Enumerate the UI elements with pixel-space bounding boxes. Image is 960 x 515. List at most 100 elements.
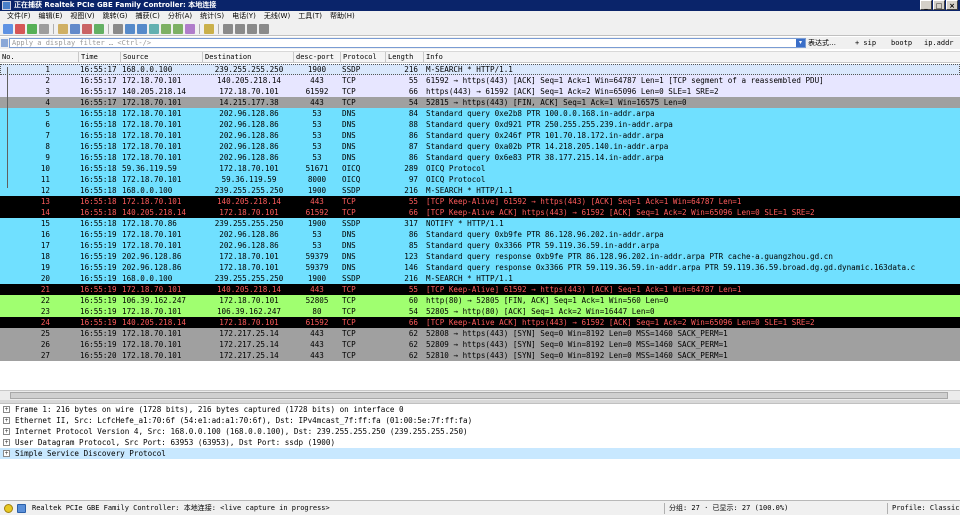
packet-row[interactable]: 19 16:55:19 202.96.128.86 172.18.70.101 5937… (0, 262, 960, 273)
packet-row[interactable]: 4 16:55:17 172.18.70.101 14.215.177.38 443 TC… (0, 97, 960, 108)
menu-item-1[interactable]: 编辑(E) (35, 11, 67, 22)
options-icon[interactable] (39, 23, 49, 34)
packet-list[interactable]: 1 16:55:17 168.0.0.100 239.255.255.250 1900 S… (0, 64, 960, 390)
packet-cell-time: 16:55:17 (80, 65, 117, 74)
packet-list-horizontal-scrollbar[interactable] (0, 390, 960, 400)
reload-icon[interactable] (94, 23, 104, 34)
colorize-icon[interactable] (204, 23, 214, 34)
packet-row[interactable]: 12 16:55:18 168.0.0.100 239.255.255.250 1900… (0, 185, 960, 196)
packet-row[interactable]: 24 16:55:19 140.205.218.14 172.18.70.101 615… (0, 317, 960, 328)
shark-fin-start-icon[interactable] (3, 23, 13, 34)
packet-row[interactable]: 21 16:55:19 172.18.70.101 140.205.218.14 443… (0, 284, 960, 295)
restart-icon[interactable] (27, 23, 37, 34)
menu-item-4[interactable]: 捕获(C) (132, 11, 164, 22)
close-file-icon[interactable] (82, 23, 92, 34)
status-profile[interactable]: Profile: Classic (892, 501, 959, 515)
detail-tree-item[interactable]: + Frame 1: 216 bytes on wire (1728 bits),… (0, 404, 960, 415)
packet-row[interactable]: 3 16:55:17 140.205.218.14 172.18.70.101 6159… (0, 86, 960, 97)
save-file-icon[interactable] (70, 23, 80, 34)
stop-icon[interactable] (15, 23, 25, 34)
expand-toggle-icon[interactable]: + (3, 450, 10, 457)
menu-item-8[interactable]: 无线(W) (260, 11, 294, 22)
quick-filter-bootp[interactable]: bootp (891, 38, 912, 48)
packet-row[interactable]: 20 16:55:19 168.0.0.100 239.255.255.250 1900… (0, 273, 960, 284)
autoscroll-icon[interactable] (185, 23, 195, 34)
column-header-source[interactable]: Source (121, 52, 203, 63)
scrollbar-thumb[interactable] (10, 392, 948, 399)
filter-bookmark-icon[interactable] (1, 39, 8, 47)
maximize-button[interactable]: □ (933, 0, 945, 10)
expand-toggle-icon[interactable]: + (3, 406, 10, 413)
packet-row[interactable]: 13 16:55:18 172.18.70.101 140.205.218.14 443… (0, 196, 960, 207)
forward-icon[interactable] (137, 23, 147, 34)
packet-row[interactable]: 16 16:55:19 172.18.70.101 202.96.128.86 53 DN… (0, 229, 960, 240)
zoom-out-icon[interactable] (235, 23, 245, 34)
packet-row[interactable]: 5 16:55:18 172.18.70.101 202.96.128.86 53 DNS… (0, 108, 960, 119)
packet-row[interactable]: 7 16:55:18 172.18.70.101 202.96.128.86 53 DNS… (0, 130, 960, 141)
detail-tree-item[interactable]: + Internet Protocol Version 4, Src: 168.0… (0, 426, 960, 437)
capture-comment-icon[interactable] (17, 504, 26, 513)
menu-item-6[interactable]: 统计(S) (196, 11, 228, 22)
menu-item-5[interactable]: 分析(A) (164, 11, 196, 22)
packet-row[interactable]: 9 16:55:18 172.18.70.101 202.96.128.86 53 DNS… (0, 152, 960, 163)
zoom-reset-icon[interactable] (247, 23, 257, 34)
packet-cell-time: 16:55:19 (80, 340, 117, 349)
packet-row[interactable]: 27 16:55:20 172.18.70.101 172.217.25.14 443 T… (0, 350, 960, 361)
apply-filter-arrow-icon[interactable]: ▾ (796, 39, 805, 47)
resize-columns-icon[interactable] (259, 23, 269, 34)
packet-row[interactable]: 25 16:55:19 172.18.70.101 172.217.25.14 443 T… (0, 328, 960, 339)
packet-row[interactable]: 11 16:55:18 172.18.70.101 59.36.119.59 8000 O… (0, 174, 960, 185)
display-filter-input[interactable]: Apply a display filter … <Ctrl-/> (9, 38, 806, 48)
window-titlebar[interactable]: 正在捕获 Realtek PCIe GBE Family Controller:… (0, 0, 960, 11)
packet-row[interactable]: 6 16:55:18 172.18.70.101 202.96.128.86 53 DNS… (0, 119, 960, 130)
packet-row[interactable]: 22 16:55:19 106.39.162.247 172.18.70.101 528… (0, 295, 960, 306)
back-icon[interactable] (125, 23, 135, 34)
packet-cell-info: Standard query 0xe2b8 PTR 100.0.0.168.in… (426, 109, 655, 118)
last-icon[interactable] (173, 23, 183, 34)
goto-icon[interactable] (149, 23, 159, 34)
column-header-length[interactable]: Length (386, 52, 424, 63)
packet-row[interactable]: 17 16:55:19 172.18.70.101 202.96.128.86 53 DN… (0, 240, 960, 251)
column-header-desc-port[interactable]: desc-port (294, 52, 341, 63)
packet-row[interactable]: 15 16:55:18 172.18.70.86 239.255.255.250 190… (0, 218, 960, 229)
packet-cell-time: 16:55:18 (80, 208, 117, 217)
first-icon[interactable] (161, 23, 171, 34)
packet-row[interactable]: 23 16:55:19 172.18.70.101 106.39.162.247 80 T… (0, 306, 960, 317)
quick-filter-ip-addr[interactable]: ip.addr (924, 38, 954, 48)
detail-tree-item[interactable]: + Simple Service Discovery Protocol (0, 448, 960, 459)
menu-item-7[interactable]: 电话(Y) (228, 11, 260, 22)
packet-row[interactable]: 18 16:55:19 202.96.128.86 172.18.70.101 5937… (0, 251, 960, 262)
expand-toggle-icon[interactable]: + (3, 417, 10, 424)
column-header-time[interactable]: Time (79, 52, 121, 63)
packet-cell-no: 22 (40, 296, 50, 305)
packet-row[interactable]: 2 16:55:17 172.18.70.101 140.205.218.14 443 T… (0, 75, 960, 86)
menu-item-2[interactable]: 视图(V) (66, 11, 98, 22)
close-button[interactable]: × (946, 0, 958, 10)
menu-item-3[interactable]: 跳转(G) (99, 11, 132, 22)
open-file-icon[interactable] (58, 23, 68, 34)
column-header-info[interactable]: Info (424, 52, 960, 63)
expression-button[interactable]: 表达式… (808, 38, 836, 48)
zoom-in-icon[interactable] (223, 23, 233, 34)
expand-toggle-icon[interactable]: + (3, 439, 10, 446)
detail-tree-item[interactable]: + User Datagram Protocol, Src Port: 63953… (0, 437, 960, 448)
expand-toggle-icon[interactable]: + (3, 428, 10, 435)
column-header-destination[interactable]: Destination (203, 52, 294, 63)
find-icon[interactable] (113, 23, 123, 34)
menu-item-0[interactable]: 文件(F) (3, 11, 35, 22)
packet-cell-len: 216 (404, 186, 418, 195)
expert-info-icon[interactable] (4, 504, 13, 513)
packet-details-pane[interactable]: + Frame 1: 216 bytes on wire (1728 bits),… (0, 403, 960, 498)
minimize-button[interactable]: _ (920, 0, 932, 10)
detail-tree-item[interactable]: + Ethernet II, Src: LcfcHefe_a1:70:6f (54… (0, 415, 960, 426)
menu-item-9[interactable]: 工具(T) (294, 11, 326, 22)
packet-row[interactable]: 14 16:55:18 140.205.218.14 172.18.70.101 615… (0, 207, 960, 218)
packet-row[interactable]: 26 16:55:19 172.18.70.101 172.217.25.14 443 T… (0, 339, 960, 350)
column-header-no[interactable]: No. (0, 52, 79, 63)
quick-filter-sip[interactable]: + sip (855, 38, 876, 48)
packet-row[interactable]: 10 16:55:18 59.36.119.59 172.18.70.101 51671… (0, 163, 960, 174)
packet-row[interactable]: 8 16:55:18 172.18.70.101 202.96.128.86 53 DNS… (0, 141, 960, 152)
column-header-protocol[interactable]: Protocol (341, 52, 386, 63)
menu-item-10[interactable]: 帮助(H) (326, 11, 359, 22)
packet-row[interactable]: 1 16:55:17 168.0.0.100 239.255.255.250 1900 S… (0, 64, 960, 75)
